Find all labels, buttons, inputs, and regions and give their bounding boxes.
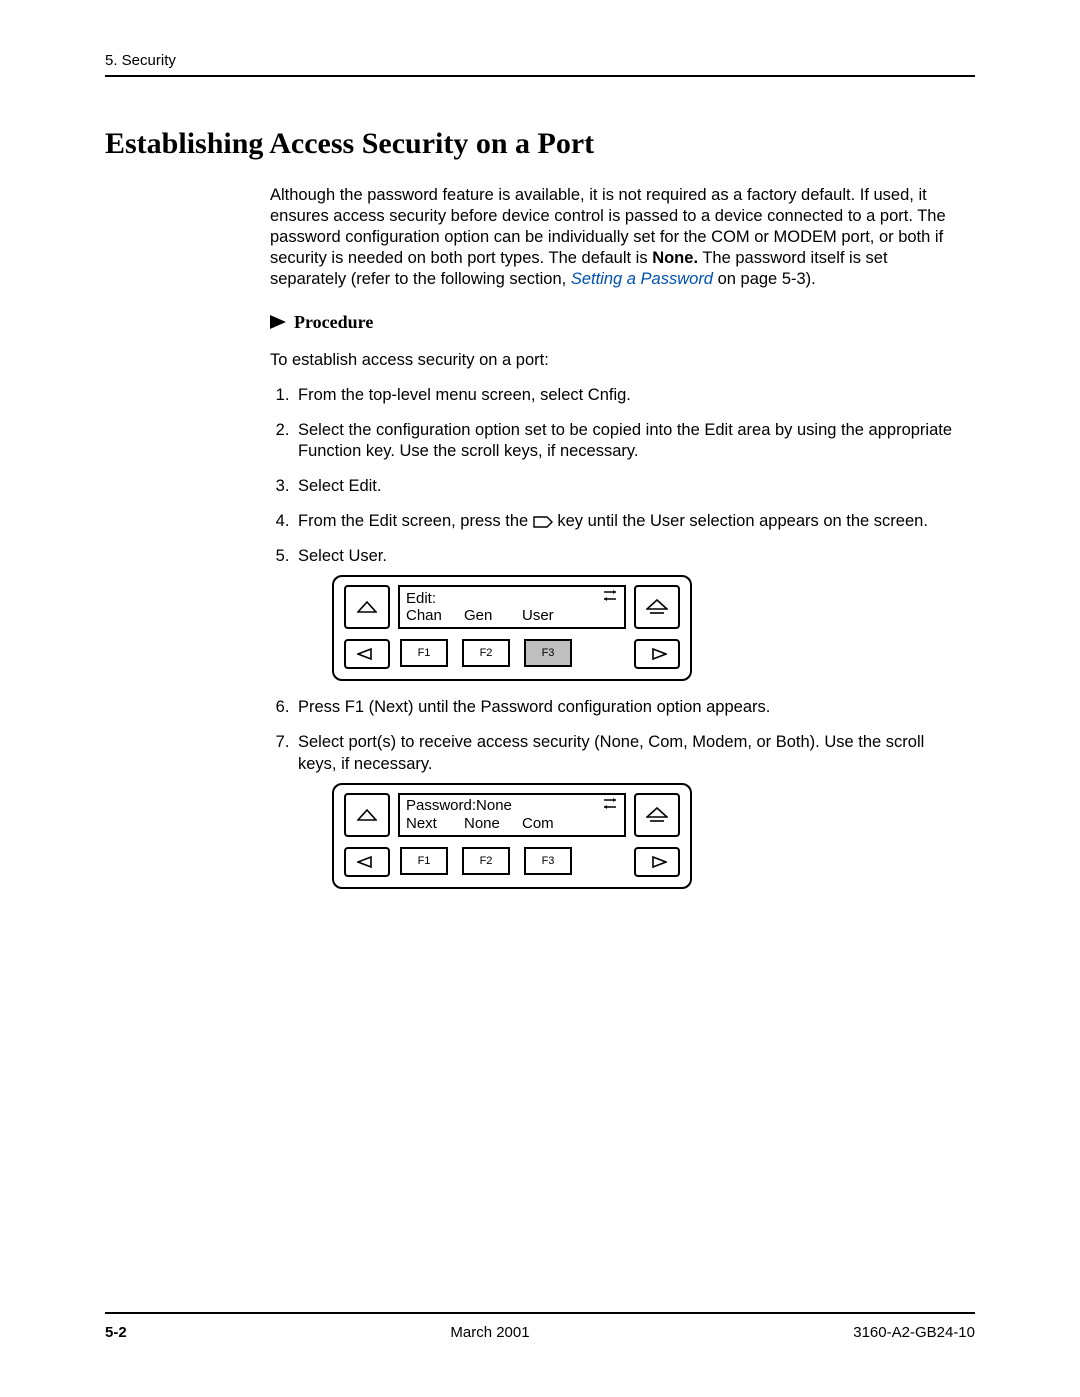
step-1: From the top-level menu screen, select C… (294, 385, 965, 406)
left-button[interactable] (344, 847, 390, 877)
lcd1-col3: User (522, 607, 580, 624)
triangle-up-icon (357, 601, 377, 613)
cursor-icon (602, 797, 618, 813)
page-number: 5-2 (105, 1324, 127, 1341)
cursor-icon (602, 589, 618, 605)
header-rule (105, 75, 975, 77)
lcd1-col1: Chan (406, 607, 464, 624)
right-arrow-key-icon (533, 516, 553, 528)
step-4: From the Edit screen, press the key unti… (294, 511, 965, 532)
step-3: Select Edit. (294, 476, 965, 497)
intro-paragraph: Although the password feature is availab… (270, 185, 965, 291)
footer-rule (105, 1312, 975, 1314)
left-button[interactable] (344, 639, 390, 669)
intro-suffix: on page 5-3). (718, 270, 816, 288)
lcd2-col2: None (464, 815, 522, 832)
body-column: Although the password feature is availab… (270, 185, 965, 889)
f2-key[interactable]: F2 (462, 847, 510, 875)
f3-key[interactable]: F3 (524, 639, 572, 667)
lcd-panel-2: Password:None Next None Com (332, 783, 965, 889)
step-7-text: Select port(s) to receive access securit… (298, 733, 924, 772)
page: 5. Security Establishing Access Security… (0, 0, 1080, 1397)
right-button[interactable] (634, 639, 680, 669)
step-1-text: From the top-level menu screen, select C… (298, 386, 631, 404)
home-button[interactable] (634, 585, 680, 629)
step-2: Select the configuration option set to b… (294, 420, 965, 462)
xref-setting-password[interactable]: Setting a Password (571, 270, 713, 288)
lcd1-col2: Gen (464, 607, 522, 624)
page-footer: 5-2 March 2001 3160-A2-GB24-10 (105, 1312, 975, 1341)
up-button[interactable] (344, 585, 390, 629)
step-6: Press F1 (Next) until the Password confi… (294, 697, 965, 718)
triangle-right-icon (270, 315, 286, 329)
running-header: 5. Security (105, 52, 975, 69)
procedure-heading: Procedure (270, 311, 965, 334)
up-button[interactable] (344, 793, 390, 837)
home-up-icon (646, 807, 668, 823)
lcd-display-2: Password:None Next None Com (398, 793, 626, 837)
lcd2-line1: Password:None (406, 797, 618, 814)
lcd2-col1: Next (406, 815, 464, 832)
f1-key[interactable]: F1 (400, 639, 448, 667)
footer-docnum: 3160-A2-GB24-10 (853, 1324, 975, 1341)
home-up-icon (646, 599, 668, 615)
lcd1-line1: Edit: (406, 590, 618, 607)
procedure-steps: From the top-level menu screen, select C… (270, 385, 965, 889)
lcd-display-1: Edit: Chan Gen User (398, 585, 626, 629)
f3-key[interactable]: F3 (524, 847, 572, 875)
step-3-text: Select Edit. (298, 477, 381, 495)
home-button[interactable] (634, 793, 680, 837)
step-5: Select User. Edit: (294, 546, 965, 681)
triangle-right-icon (647, 648, 667, 660)
footer-date: March 2001 (450, 1324, 529, 1341)
intro-bold: None. (652, 249, 698, 267)
triangle-left-icon (357, 648, 377, 660)
step-7: Select port(s) to receive access securit… (294, 732, 965, 888)
triangle-left-icon (357, 856, 377, 868)
f1-key[interactable]: F1 (400, 847, 448, 875)
step-6-text: Press F1 (Next) until the Password confi… (298, 698, 770, 716)
right-button[interactable] (634, 847, 680, 877)
lcd-panel-1: Edit: Chan Gen User (332, 575, 965, 681)
step-4-text-b: key until the User selection appears on … (557, 512, 928, 530)
triangle-up-icon (357, 809, 377, 821)
f2-key[interactable]: F2 (462, 639, 510, 667)
step-2-text: Select the configuration option set to b… (298, 421, 952, 460)
triangle-right-icon (647, 856, 667, 868)
page-title: Establishing Access Security on a Port (105, 127, 975, 161)
procedure-lead: To establish access security on a port: (270, 350, 965, 371)
step-4-text-a: From the Edit screen, press the (298, 512, 533, 530)
lcd2-col3: Com (522, 815, 580, 832)
procedure-label: Procedure (294, 311, 373, 334)
step-5-text: Select User. (298, 547, 387, 565)
